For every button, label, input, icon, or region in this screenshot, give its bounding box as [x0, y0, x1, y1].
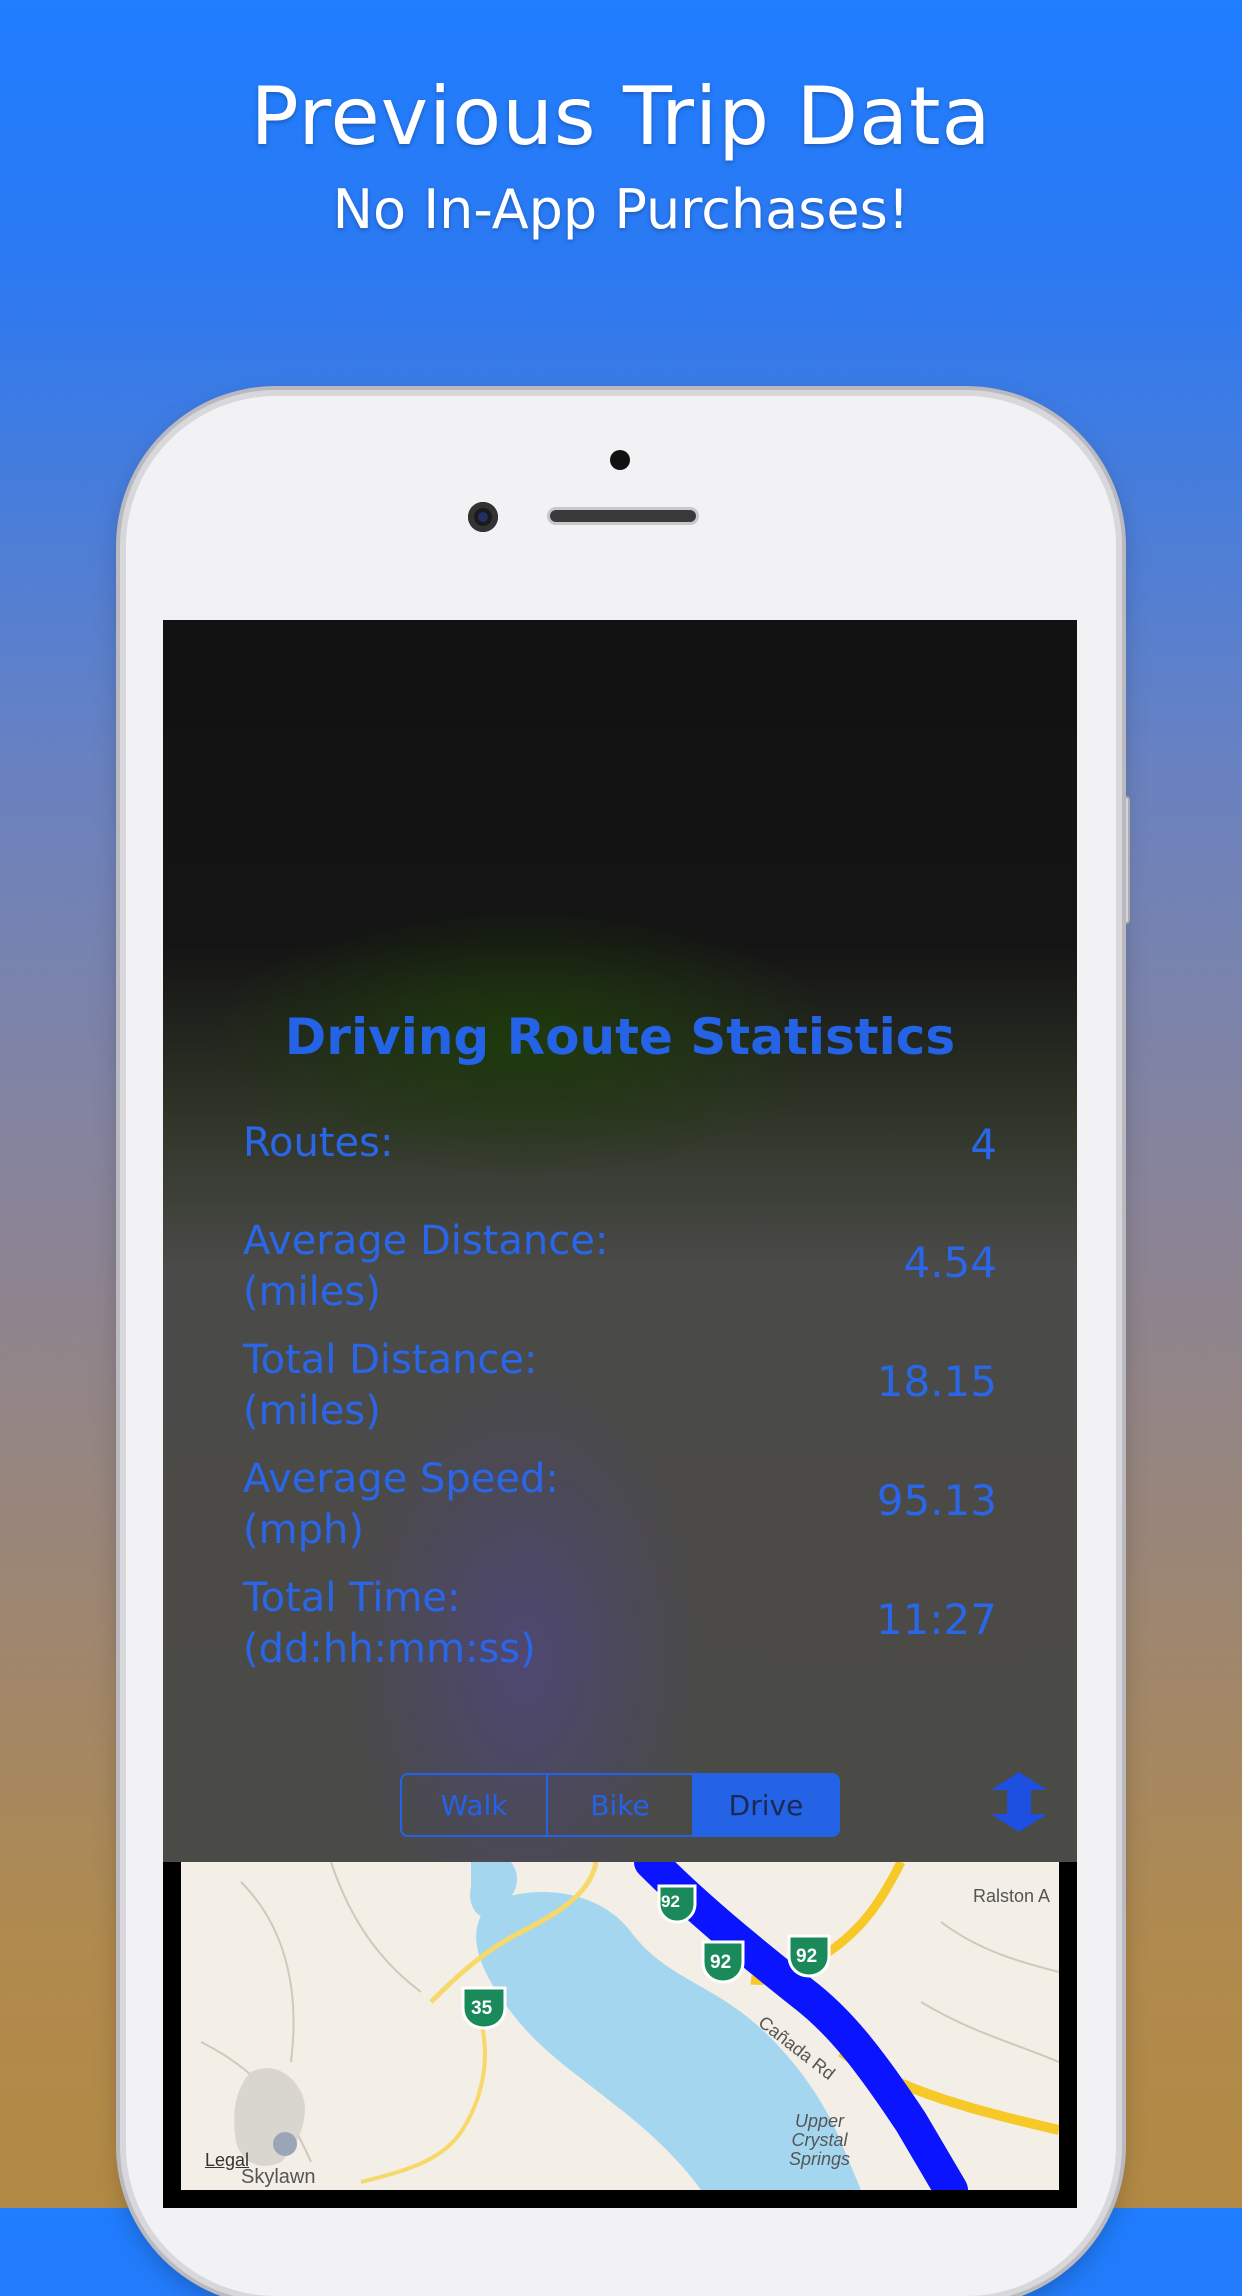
- expand-toggle-icon[interactable]: [991, 1772, 1047, 1832]
- segment-walk[interactable]: Walk: [402, 1775, 548, 1835]
- avg-distance-label: Average Distance: (miles): [243, 1218, 609, 1315]
- total-distance-value: 18.15: [876, 1357, 997, 1406]
- legal-link[interactable]: Legal: [205, 2150, 249, 2171]
- promo-subtitle: No In-App Purchases!: [332, 178, 910, 241]
- upper-crystal-springs-label: Upper Crystal Springs: [789, 2111, 851, 2169]
- earpiece-speaker: [550, 510, 696, 522]
- app-screen: Driving Route Statistics Routes: 4 Avera…: [163, 620, 1077, 2208]
- promo-title: Previous Trip Data: [250, 70, 992, 163]
- avg-speed-value: 95.13: [876, 1476, 997, 1525]
- skylawn-label: Skylawn: [241, 2166, 316, 2188]
- proximity-sensor: [610, 450, 630, 470]
- cemetery-pin-icon: [273, 2132, 297, 2156]
- avg-distance-value: 4.54: [903, 1238, 997, 1287]
- total-distance-label: Total Distance: (miles): [243, 1337, 538, 1434]
- shield-92-label-3: 92: [796, 1946, 818, 1967]
- total-time-value: 11:27: [875, 1595, 997, 1644]
- map-graphics: [200, 1862, 1059, 2190]
- stats-panel: Driving Route Statistics Routes: 4 Avera…: [163, 620, 1077, 1862]
- ralston-road-label: Ralston A: [973, 1886, 1051, 1906]
- mode-segmented-control: Walk Bike Drive: [400, 1773, 840, 1837]
- segment-bike[interactable]: Bike: [548, 1775, 694, 1835]
- power-button: [1116, 796, 1130, 924]
- routes-label: Routes:: [243, 1120, 394, 1166]
- road-35: [360, 2021, 487, 2184]
- shield-35-label: 35: [471, 1998, 493, 2019]
- front-camera: [468, 502, 498, 532]
- total-time-label: Total Time: (dd:hh:mm:ss): [243, 1575, 536, 1672]
- shield-92-label-1: 92: [661, 1892, 680, 1911]
- stats-title: Driving Route Statistics: [284, 1008, 956, 1066]
- avg-speed-label: Average Speed: (mph): [243, 1456, 559, 1553]
- routes-value: 4: [970, 1120, 997, 1169]
- segment-drive[interactable]: Drive: [694, 1775, 838, 1835]
- map-view[interactable]: 92 92 92 35 Ralston A Cañada Rd Upper Cr…: [181, 1862, 1059, 2190]
- shield-92-label-2: 92: [710, 1952, 732, 1973]
